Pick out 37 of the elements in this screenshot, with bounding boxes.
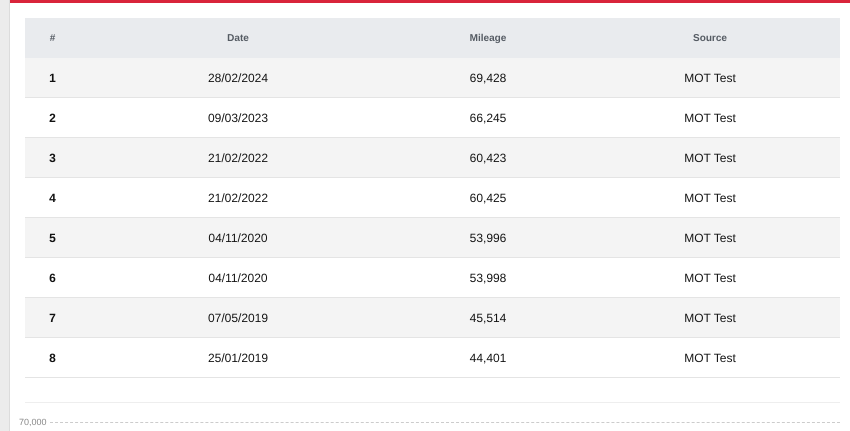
y-axis-label: 70,000 xyxy=(19,417,47,427)
table-cell: MOT Test xyxy=(684,150,736,164)
table-cell: 53,996 xyxy=(470,230,506,244)
table-cell: 04/11/2020 xyxy=(208,230,268,244)
column-header: # xyxy=(50,32,56,44)
row-number: 5 xyxy=(49,230,56,244)
table-cell: MOT Test xyxy=(684,190,736,204)
table-cell: 07/05/2019 xyxy=(208,310,268,324)
column-header: Date xyxy=(227,32,249,44)
table-cell: MOT Test xyxy=(684,70,736,84)
table-cell: 21/02/2022 xyxy=(208,190,268,204)
table-cell: MOT Test xyxy=(684,110,736,124)
table-cell: MOT Test xyxy=(684,270,736,284)
table-cell: 53,998 xyxy=(470,270,506,284)
table-cell: 21/02/2022 xyxy=(208,150,268,164)
row-number: 7 xyxy=(49,310,56,324)
column-header: Mileage xyxy=(470,32,506,44)
row-number: 3 xyxy=(49,150,56,164)
table-cell: 45,514 xyxy=(470,310,506,324)
table-cell: 66,245 xyxy=(470,110,506,124)
table-cell: MOT Test xyxy=(684,310,736,324)
table-cell: 04/11/2020 xyxy=(208,270,268,284)
table-cell: 25/01/2019 xyxy=(208,350,268,364)
table-cell: 69,428 xyxy=(470,70,506,84)
table-cell: 60,423 xyxy=(470,150,506,164)
table-cell: 09/03/2023 xyxy=(208,110,268,124)
row-number: 2 xyxy=(49,110,56,124)
row-number: 1 xyxy=(49,70,56,84)
row-number: 8 xyxy=(49,350,56,364)
row-number: 4 xyxy=(49,190,56,204)
table-cell: MOT Test xyxy=(684,230,736,244)
table-cell: 44,401 xyxy=(470,350,506,364)
table-cell: MOT Test xyxy=(684,350,736,364)
table-cell: 60,425 xyxy=(470,190,506,204)
row-number: 6 xyxy=(49,270,56,284)
column-header: Source xyxy=(693,32,727,44)
table-cell: 28/02/2024 xyxy=(208,70,268,84)
